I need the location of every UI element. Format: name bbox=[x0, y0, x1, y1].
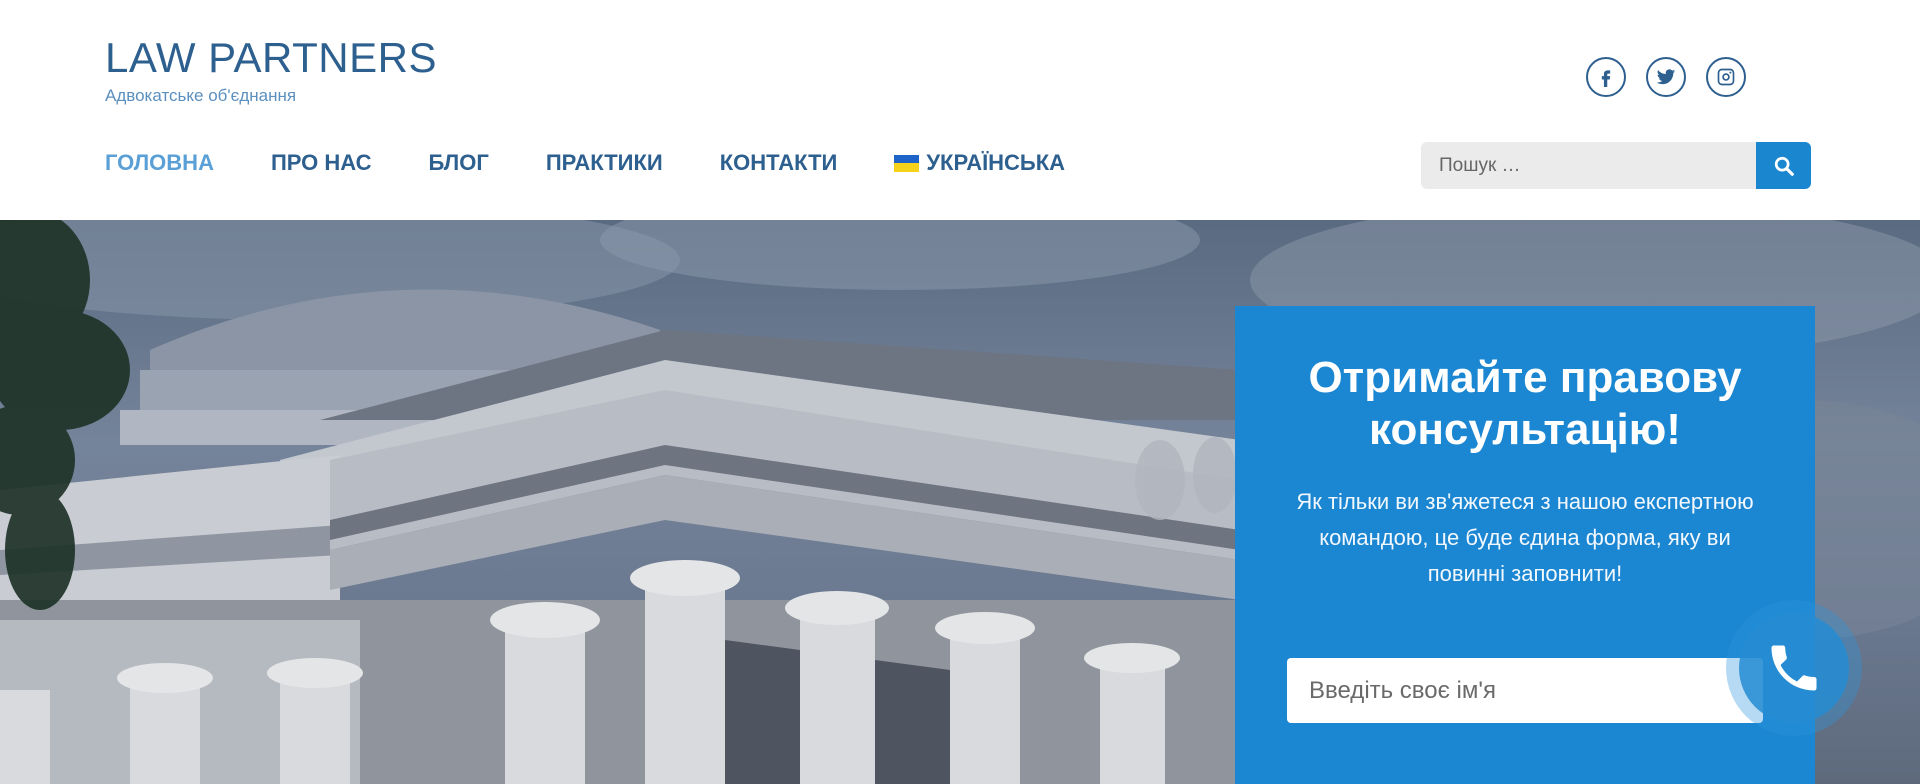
nav-item-blog[interactable]: БЛОГ bbox=[429, 150, 489, 176]
site-header: LAW PARTNERS Адвокатське об'єднання ГОЛО… bbox=[0, 0, 1920, 220]
form-title: Отримайте правову консультацію! bbox=[1308, 353, 1742, 454]
form-description: Як тільки ви зв'яжетеся з нашою експертн… bbox=[1296, 489, 1754, 586]
instagram-link[interactable] bbox=[1706, 57, 1746, 97]
search-input[interactable] bbox=[1421, 142, 1756, 189]
search-icon bbox=[1774, 156, 1794, 176]
search-button[interactable] bbox=[1756, 142, 1811, 189]
nav-item-practices[interactable]: ПРАКТИКИ bbox=[546, 150, 663, 176]
instagram-icon bbox=[1717, 68, 1735, 86]
site-logo[interactable]: LAW PARTNERS Адвокатське об'єднання bbox=[105, 34, 437, 106]
site-title[interactable]: LAW PARTNERS bbox=[105, 34, 437, 82]
nav-item-contacts[interactable]: КОНТАКТИ bbox=[720, 150, 838, 176]
social-links bbox=[1586, 57, 1746, 97]
twitter-icon bbox=[1656, 69, 1676, 85]
call-button-overlay[interactable] bbox=[1726, 600, 1862, 736]
twitter-link[interactable] bbox=[1646, 57, 1686, 97]
call-button-overlay-core bbox=[1739, 613, 1849, 723]
ukraine-flag-icon bbox=[894, 154, 920, 172]
phone-icon bbox=[1771, 645, 1817, 691]
site-tagline: Адвокатське об'єднання bbox=[105, 86, 297, 105]
facebook-icon bbox=[1601, 70, 1611, 87]
search-form bbox=[1421, 142, 1811, 189]
nav-item-about[interactable]: ПРО НАС bbox=[271, 150, 372, 176]
nav-item-home[interactable]: ГОЛОВНА bbox=[105, 150, 214, 176]
language-label: УКРАЇНСЬКА bbox=[926, 150, 1066, 175]
main-nav: ГОЛОВНА ПРО НАС БЛОГ ПРАКТИКИ КОНТАКТИ У… bbox=[105, 150, 1065, 176]
facebook-link[interactable] bbox=[1586, 57, 1626, 97]
name-input[interactable] bbox=[1287, 658, 1763, 723]
nav-item-language[interactable]: УКРАЇНСЬКА bbox=[894, 150, 1065, 176]
